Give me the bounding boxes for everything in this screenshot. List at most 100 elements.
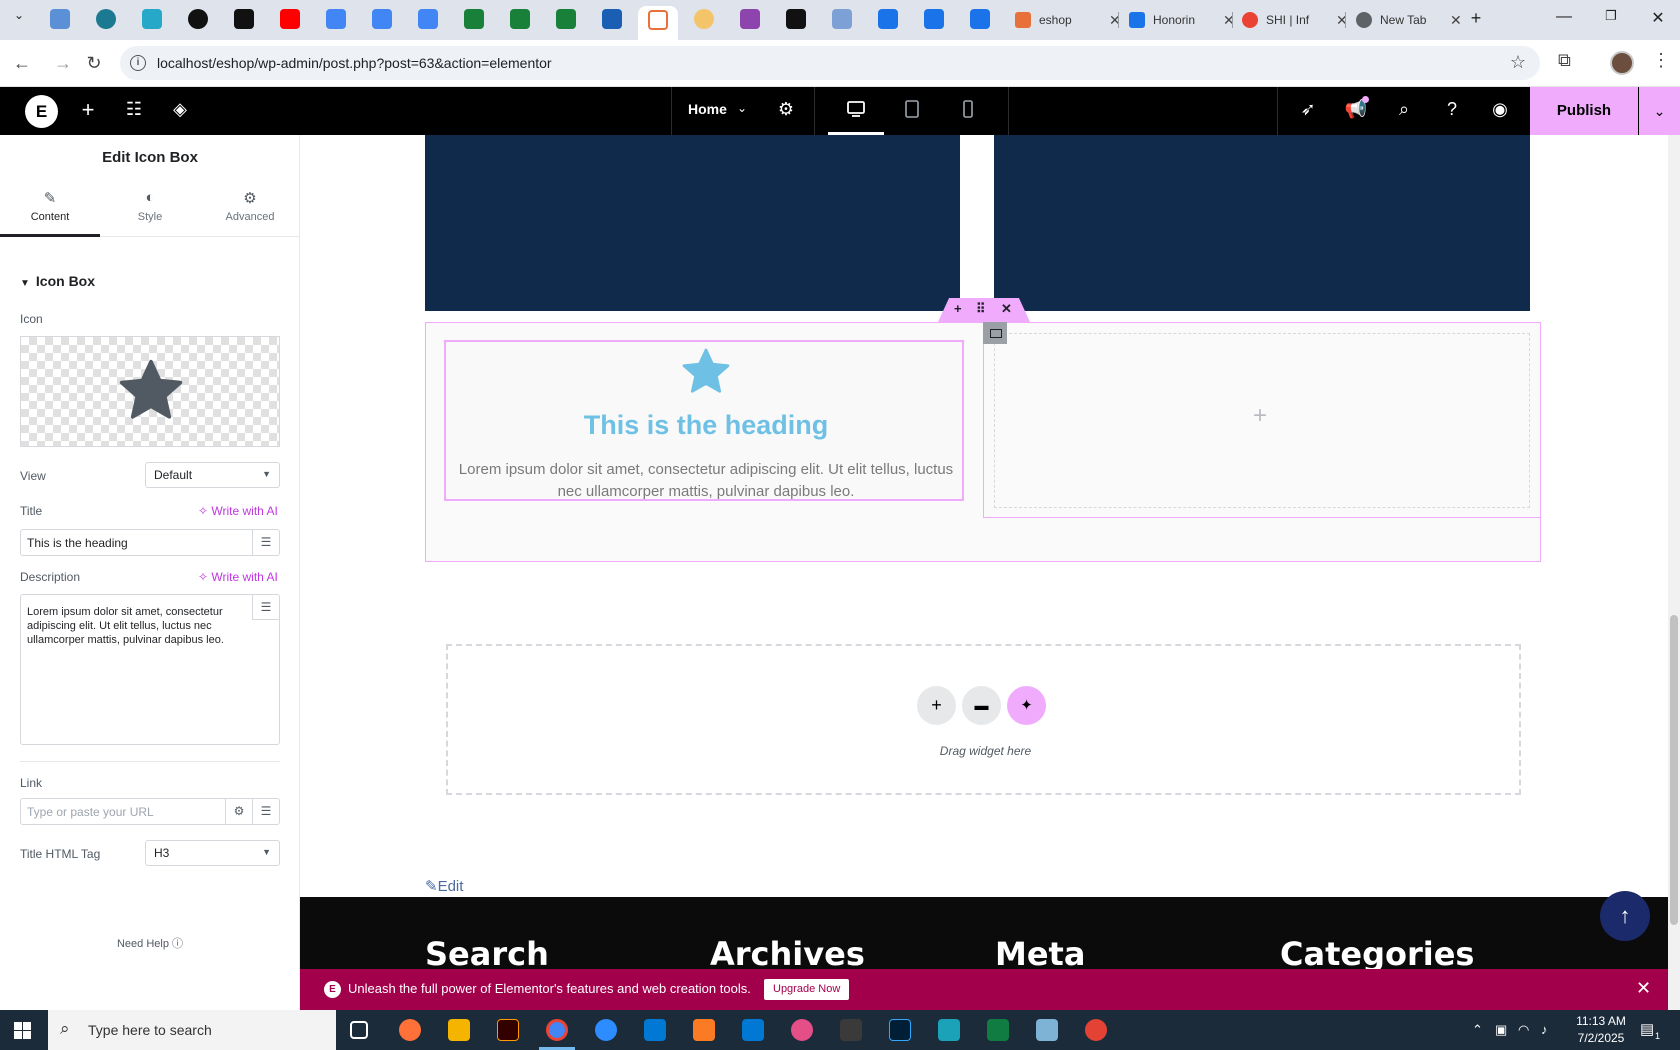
- active-tab[interactable]: [638, 6, 678, 40]
- network-icon[interactable]: ▣: [1495, 1022, 1507, 1038]
- url-text[interactable]: localhost/eshop/wp-admin/post.php?post=6…: [157, 55, 552, 71]
- docs-tab-icon[interactable]: [372, 9, 392, 29]
- title-input[interactable]: This is the heading ☰: [20, 529, 280, 556]
- back-to-top-button[interactable]: ↑: [1600, 891, 1650, 941]
- tab-favicon[interactable]: [694, 9, 714, 29]
- zoom-icon[interactable]: [595, 1019, 617, 1041]
- new-tab-icon[interactable]: +: [1461, 8, 1491, 29]
- creative-cloud-icon[interactable]: [791, 1019, 813, 1041]
- outlook-icon[interactable]: [742, 1019, 764, 1041]
- youtube-tab-icon[interactable]: [280, 9, 300, 29]
- notepad-icon[interactable]: [1036, 1019, 1058, 1041]
- close-icon[interactable]: ✕: [1636, 978, 1651, 999]
- browser-tab[interactable]: SHI | Inf ✕: [1242, 8, 1348, 32]
- page-selector[interactable]: Home: [688, 101, 727, 117]
- scrollbar-thumb[interactable]: [1670, 615, 1678, 925]
- site-settings-icon[interactable]: ☷: [122, 99, 146, 120]
- snipping-tool-icon[interactable]: [1085, 1019, 1107, 1041]
- tablet-view-icon[interactable]: [902, 99, 922, 119]
- title-html-tag-select[interactable]: H3 ▼: [145, 840, 280, 866]
- file-explorer-icon[interactable]: [448, 1019, 470, 1041]
- link-options-gear-icon[interactable]: ⚙: [225, 799, 252, 824]
- firefox-icon[interactable]: [399, 1019, 421, 1041]
- tab-favicon[interactable]: [234, 9, 254, 29]
- tab-content[interactable]: ✎ Content: [0, 177, 100, 237]
- photoshop-icon[interactable]: [889, 1019, 911, 1041]
- upgrade-now-button[interactable]: Upgrade Now: [764, 979, 850, 1000]
- xampp-icon[interactable]: [693, 1019, 715, 1041]
- info-icon[interactable]: i: [130, 55, 146, 71]
- sheets-tab-icon[interactable]: [510, 9, 530, 29]
- tab-favicon[interactable]: [832, 9, 852, 29]
- forms-tab-icon[interactable]: [970, 9, 990, 29]
- tab-style[interactable]: ◐ Style: [100, 177, 200, 237]
- taskbar-search-box[interactable]: ⌕ Type here to search: [48, 1010, 336, 1050]
- reload-icon[interactable]: ↻: [81, 50, 107, 76]
- navy-column-block[interactable]: [994, 135, 1530, 311]
- delete-container-icon[interactable]: ✕: [1001, 301, 1012, 317]
- notifications-icon[interactable]: ▤: [1640, 1020, 1654, 1038]
- need-help-link[interactable]: Need Help ⓘ: [0, 935, 300, 951]
- close-icon[interactable]: ✕: [1450, 12, 1462, 29]
- container-handle[interactable]: + ⠿ ✕: [938, 298, 1030, 322]
- tab-favicon[interactable]: [786, 9, 806, 29]
- empty-column-dropzone[interactable]: +: [994, 333, 1530, 508]
- forward-icon[interactable]: →: [50, 50, 76, 76]
- drag-handle-icon[interactable]: ⠿: [976, 301, 986, 317]
- sheets-tab-icon[interactable]: [464, 9, 484, 29]
- bookmark-star-icon[interactable]: ☆: [1510, 52, 1526, 73]
- mobile-view-icon[interactable]: [958, 99, 978, 119]
- icon-box-widget[interactable]: This is the heading Lorem ipsum dolor si…: [444, 340, 964, 501]
- tab-advanced[interactable]: ⚙ Advanced: [200, 177, 300, 237]
- desktop-view-icon[interactable]: [846, 99, 866, 119]
- publish-options-chevron-icon[interactable]: ⌄: [1639, 87, 1680, 135]
- url-bar[interactable]: i localhost/eshop/wp-admin/post.php?post…: [120, 46, 1540, 80]
- windows-start-icon[interactable]: [14, 1022, 31, 1039]
- profile-avatar[interactable]: [1610, 51, 1634, 75]
- dynamic-tags-icon[interactable]: ☰: [252, 595, 279, 620]
- icon-box-description[interactable]: Lorem ipsum dolor sit amet, consectetur …: [454, 459, 958, 503]
- elementor-logo[interactable]: E: [25, 95, 58, 128]
- back-icon[interactable]: ←: [9, 50, 35, 76]
- tab-favicon[interactable]: [50, 9, 70, 29]
- tab-favicon[interactable]: [740, 9, 760, 29]
- template-library-folder-icon[interactable]: ▬: [962, 686, 1001, 725]
- dynamic-tags-icon[interactable]: ☰: [252, 530, 279, 555]
- docs-tab-icon[interactable]: [326, 9, 346, 29]
- write-with-ai-description-button[interactable]: ✧ Write with AI: [198, 570, 278, 584]
- menu-icon[interactable]: ⋮: [1652, 50, 1670, 71]
- vscode-icon[interactable]: [644, 1019, 666, 1041]
- dynamic-tags-icon[interactable]: ☰: [252, 799, 279, 824]
- chevron-down-icon[interactable]: ⌄: [737, 101, 747, 115]
- icon-picker[interactable]: [20, 336, 280, 447]
- tab-favicon[interactable]: [142, 9, 162, 29]
- icon-box-heading[interactable]: This is the heading: [446, 410, 966, 441]
- tab-search-icon[interactable]: ⌄: [4, 8, 34, 22]
- browser-tab[interactable]: Honorin ✕: [1129, 8, 1235, 32]
- help-icon[interactable]: ?: [1440, 99, 1464, 120]
- forms-tab-icon[interactable]: [878, 9, 898, 29]
- empty-column[interactable]: +: [983, 322, 1541, 518]
- minimize-icon[interactable]: —: [1549, 8, 1579, 26]
- link-input[interactable]: Type or paste your URL ⚙ ☰: [20, 798, 280, 825]
- description-textarea[interactable]: Lorem ipsum dolor sit amet, consectetur …: [20, 594, 280, 745]
- excel-icon[interactable]: [987, 1019, 1009, 1041]
- section-header-icon-box[interactable]: ▼ Icon Box: [20, 273, 95, 289]
- add-container-icon[interactable]: +: [954, 301, 962, 316]
- docs-tab-icon[interactable]: [418, 9, 438, 29]
- browser-tab[interactable]: New Tab ✕: [1356, 8, 1462, 32]
- navy-column-block[interactable]: [425, 135, 960, 311]
- wifi-icon[interactable]: ◠: [1518, 1022, 1529, 1038]
- rocket-icon[interactable]: ➶: [1296, 99, 1320, 120]
- ai-sparkle-button[interactable]: ✦: [1007, 686, 1046, 725]
- page-settings-gear-icon[interactable]: ⚙: [774, 99, 798, 120]
- restore-icon[interactable]: ❐: [1596, 8, 1626, 24]
- write-with-ai-title-button[interactable]: ✧ Write with AI: [198, 504, 278, 518]
- add-element-icon[interactable]: +: [76, 97, 100, 123]
- browser-tab[interactable]: eshop ✕: [1015, 8, 1121, 32]
- window-close-icon[interactable]: ✕: [1643, 8, 1673, 28]
- tab-favicon[interactable]: [602, 9, 622, 29]
- tab-favicon[interactable]: [188, 9, 208, 29]
- add-widget-plus-icon[interactable]: +: [1253, 402, 1267, 430]
- tray-chevron-icon[interactable]: ⌃: [1472, 1022, 1483, 1038]
